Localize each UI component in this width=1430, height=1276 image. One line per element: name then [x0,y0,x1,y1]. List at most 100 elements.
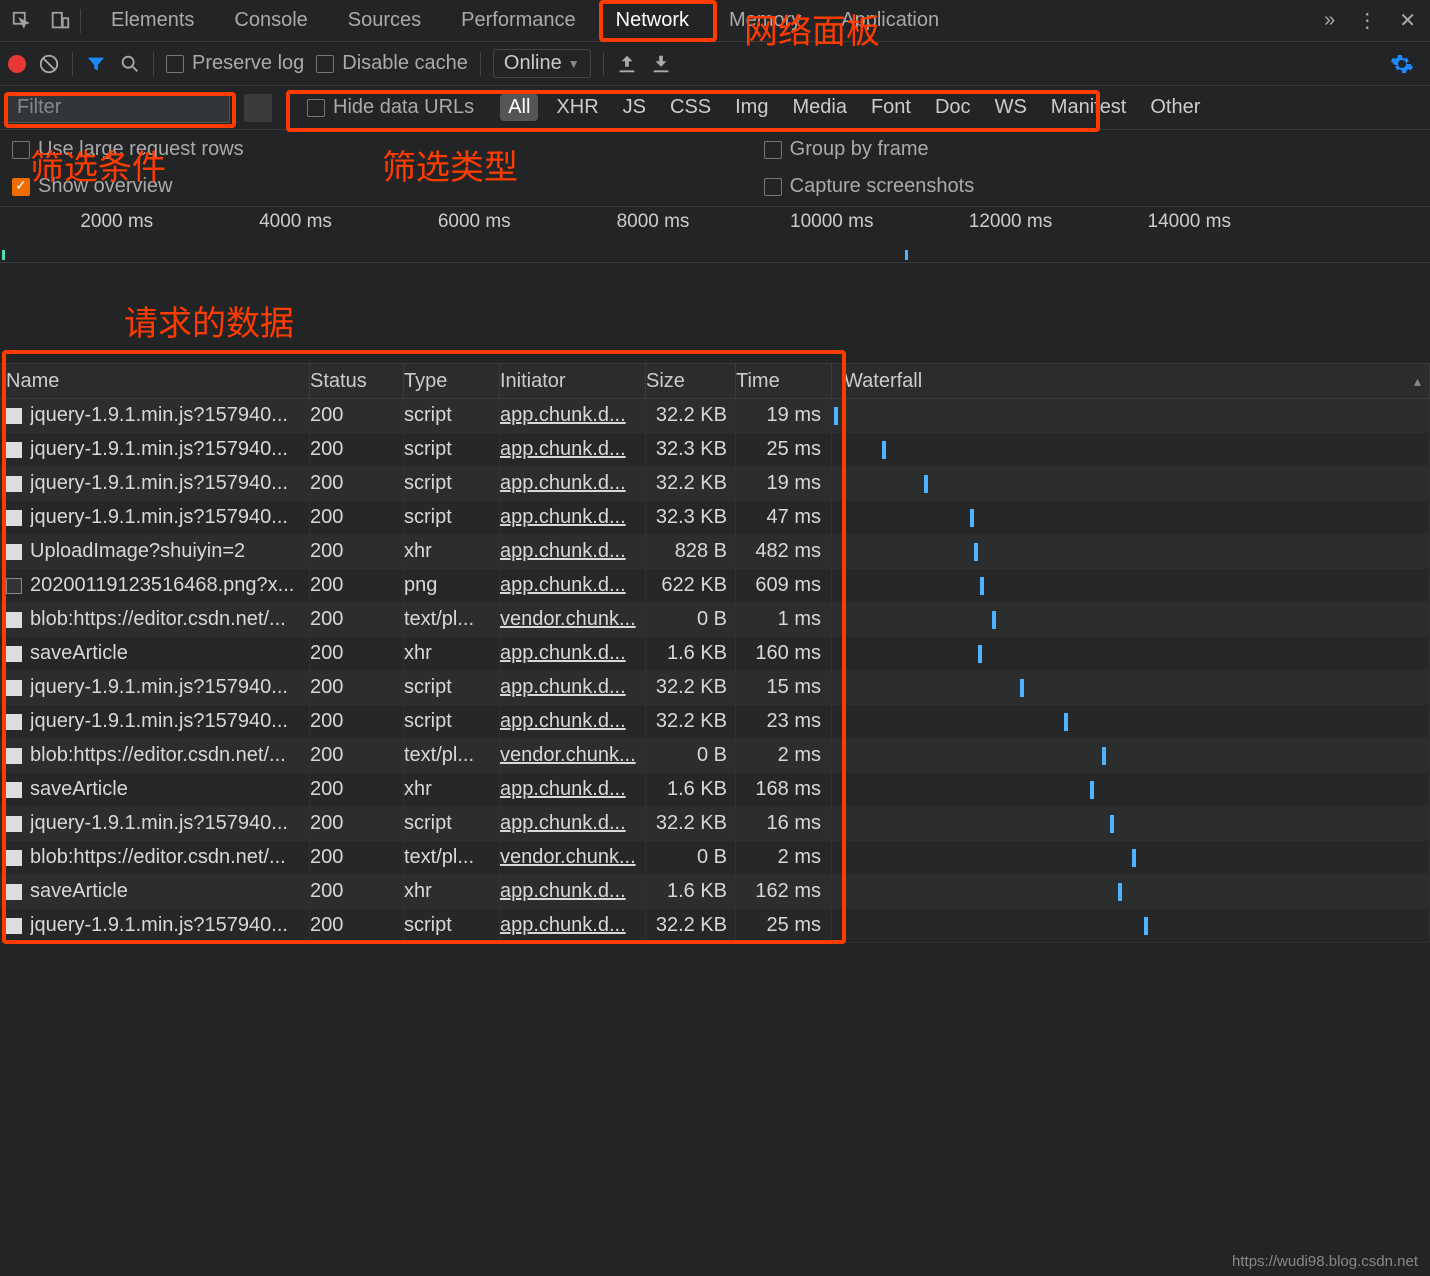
table-row[interactable]: jquery-1.9.1.min.js?157940...200scriptap… [0,671,1430,705]
table-row[interactable]: saveArticle200xhrapp.chunk.d...1.6 KB160… [0,637,1430,671]
cell-name: saveArticle [0,637,310,670]
chip-xhr[interactable]: XHR [550,94,604,121]
separator [153,52,154,76]
capture-screenshots-checkbox[interactable]: Capture screenshots [764,175,975,198]
chip-other[interactable]: Other [1144,94,1206,121]
device-toggle-icon[interactable] [42,3,78,39]
chip-js[interactable]: JS [617,94,652,121]
tab-sources[interactable]: Sources [328,1,441,40]
download-har-icon[interactable] [650,53,672,75]
cell-initiator[interactable]: app.chunk.d... [500,535,646,568]
kebab-menu-icon[interactable]: ⋮ [1347,8,1387,33]
cell-waterfall [832,637,1430,670]
tab-memory[interactable]: Memory [709,1,821,40]
table-row[interactable]: jquery-1.9.1.min.js?157940...200scriptap… [0,807,1430,841]
cell-initiator[interactable]: vendor.chunk... [500,739,646,772]
table-row[interactable]: blob:https://editor.csdn.net/...200text/… [0,841,1430,875]
table-row[interactable]: jquery-1.9.1.min.js?157940...200scriptap… [0,909,1430,943]
cell-status: 200 [310,467,404,500]
cell-waterfall [832,603,1430,636]
cell-name: UploadImage?shuiyin=2 [0,535,310,568]
cell-initiator[interactable]: app.chunk.d... [500,637,646,670]
cell-initiator[interactable]: app.chunk.d... [500,569,646,602]
filter-input[interactable] [6,93,230,123]
chip-font[interactable]: Font [865,94,917,121]
tab-console[interactable]: Console [214,1,327,40]
more-panels-icon[interactable]: » [1314,9,1345,32]
table-row[interactable]: saveArticle200xhrapp.chunk.d...1.6 KB162… [0,875,1430,909]
request-table-body: jquery-1.9.1.min.js?157940...200scriptap… [0,399,1430,943]
separator [286,96,287,120]
cell-time: 19 ms [736,467,832,500]
cell-initiator[interactable]: app.chunk.d... [500,671,646,704]
regex-toggle[interactable] [244,94,272,122]
record-button[interactable] [8,55,26,73]
upload-har-icon[interactable] [616,53,638,75]
table-row[interactable]: jquery-1.9.1.min.js?157940...200scriptap… [0,467,1430,501]
cell-time: 2 ms [736,739,832,772]
cell-initiator[interactable]: app.chunk.d... [500,433,646,466]
group-by-frame-label: Group by frame [790,138,929,161]
large-rows-checkbox[interactable]: Use large request rows [12,138,244,161]
cell-size: 1.6 KB [646,773,736,806]
header-time[interactable]: Time [736,364,832,398]
settings-gear-icon[interactable] [1390,52,1414,76]
table-row[interactable]: blob:https://editor.csdn.net/...200text/… [0,739,1430,773]
cell-status: 200 [310,671,404,704]
group-by-frame-checkbox[interactable]: Group by frame [764,138,975,161]
cell-initiator[interactable]: app.chunk.d... [500,909,646,942]
clear-icon[interactable] [38,53,60,75]
cell-initiator[interactable]: app.chunk.d... [500,875,646,908]
tab-network[interactable]: Network [596,1,709,40]
ruler-tick: 10000 ms [790,211,873,233]
cell-initiator[interactable]: app.chunk.d... [500,807,646,840]
table-row[interactable]: jquery-1.9.1.min.js?157940...200scriptap… [0,433,1430,467]
tab-elements[interactable]: Elements [91,1,214,40]
throttling-select[interactable]: Online▼ [493,49,591,78]
header-name[interactable]: Name [0,364,310,398]
hide-data-urls-checkbox[interactable]: Hide data URLs [307,96,474,119]
table-row[interactable]: jquery-1.9.1.min.js?157940...200scriptap… [0,501,1430,535]
filter-toggle-icon[interactable] [85,53,107,75]
chip-ws[interactable]: WS [989,94,1033,121]
chip-doc[interactable]: Doc [929,94,977,121]
cell-initiator[interactable]: app.chunk.d... [500,501,646,534]
header-type[interactable]: Type [404,364,500,398]
cell-type: text/pl... [404,603,500,636]
search-icon[interactable] [119,53,141,75]
header-initiator[interactable]: Initiator [500,364,646,398]
close-devtools-icon[interactable]: ✕ [1389,8,1426,33]
tab-performance[interactable]: Performance [441,1,596,40]
chip-img[interactable]: Img [729,94,774,121]
table-row[interactable]: UploadImage?shuiyin=2200xhrapp.chunk.d..… [0,535,1430,569]
cell-initiator[interactable]: vendor.chunk... [500,841,646,874]
cell-status: 200 [310,739,404,772]
chip-css[interactable]: CSS [664,94,717,121]
cell-initiator[interactable]: app.chunk.d... [500,773,646,806]
table-row[interactable]: 20200119123516468.png?x...200pngapp.chun… [0,569,1430,603]
header-size[interactable]: Size [646,364,736,398]
chip-manifest[interactable]: Manifest [1045,94,1133,121]
chip-media[interactable]: Media [786,94,852,121]
tab-application[interactable]: Application [821,1,959,40]
header-status[interactable]: Status [310,364,404,398]
table-row[interactable]: jquery-1.9.1.min.js?157940...200scriptap… [0,399,1430,433]
file-icon [6,782,22,798]
cell-initiator[interactable]: vendor.chunk... [500,603,646,636]
table-row[interactable]: jquery-1.9.1.min.js?157940...200scriptap… [0,705,1430,739]
cell-initiator[interactable]: app.chunk.d... [500,399,646,432]
disable-cache-checkbox[interactable]: Disable cache [316,52,468,75]
cell-initiator[interactable]: app.chunk.d... [500,467,646,500]
show-overview-checkbox[interactable]: Show overview [12,175,244,198]
timeline-ruler[interactable]: 2000 ms4000 ms6000 ms8000 ms10000 ms1200… [0,207,1430,263]
inspect-icon[interactable] [4,3,40,39]
filter-bar: Hide data URLs All XHR JS CSS Img Media Font Do… [0,86,1430,130]
file-icon [6,544,22,560]
preserve-log-checkbox[interactable]: Preserve log [166,52,304,75]
table-row[interactable]: blob:https://editor.csdn.net/...200text/… [0,603,1430,637]
table-row[interactable]: saveArticle200xhrapp.chunk.d...1.6 KB168… [0,773,1430,807]
header-waterfall[interactable]: Waterfall [832,364,1430,398]
file-icon [6,714,22,730]
cell-initiator[interactable]: app.chunk.d... [500,705,646,738]
chip-all[interactable]: All [500,94,538,121]
